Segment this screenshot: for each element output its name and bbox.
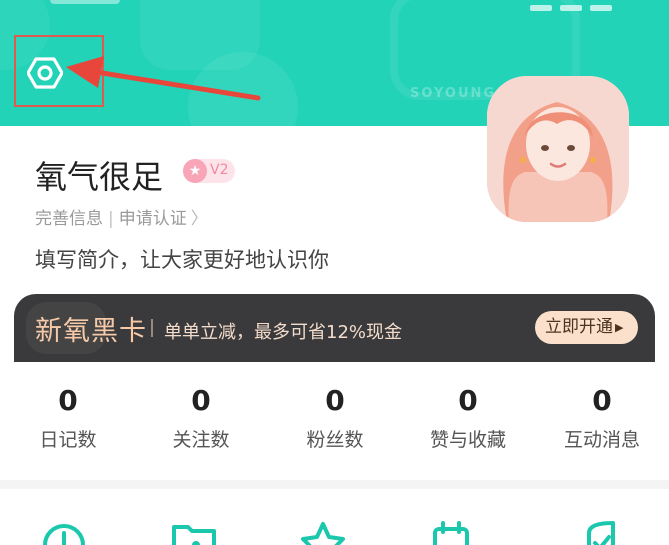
shortcut-star[interactable] — [300, 519, 350, 545]
clock-icon — [43, 524, 85, 545]
stat-messages[interactable]: 0 互动消息 — [537, 384, 667, 452]
shield-check-icon — [587, 521, 615, 545]
shortcut-clock[interactable] — [41, 519, 91, 545]
stat-label: 赞与收藏 — [429, 429, 506, 451]
stat-value: 0 — [325, 384, 345, 417]
star-icon: ★ — [183, 159, 207, 183]
stat-value: 0 — [58, 384, 78, 417]
open-vip-button[interactable]: 立即开通 ▶ — [535, 311, 638, 344]
profile-links: 完善信息 | 申请认证〉 — [35, 204, 208, 229]
complete-info-link[interactable]: 完善信息 — [35, 209, 103, 229]
vip-card-description: 单单立减，最多可省12%现金 — [164, 322, 403, 343]
illustrated-avatar — [487, 76, 629, 222]
stat-diaries[interactable]: 0 日记数 — [3, 384, 133, 452]
stat-value: 0 — [191, 384, 211, 417]
vip-card-title: 新氧黑卡 — [35, 316, 147, 347]
level-badge[interactable]: ★ V2 — [183, 159, 235, 183]
open-vip-button-label: 立即开通 — [545, 317, 613, 337]
stat-label: 互动消息 — [563, 429, 640, 451]
shortcut-calendar[interactable] — [429, 519, 479, 545]
stat-likes-favorites[interactable]: 0 赞与收藏 — [403, 384, 533, 452]
section-divider — [0, 480, 669, 489]
stat-label: 日记数 — [39, 429, 97, 451]
chevron-right-icon: 〉 — [190, 209, 208, 229]
shortcut-row — [0, 489, 669, 545]
vip-card-divider — [151, 319, 153, 337]
avatar[interactable] — [487, 76, 629, 222]
apply-verify-link[interactable]: 申请认证 — [119, 209, 187, 229]
nickname[interactable]: 氧气很足 — [35, 152, 163, 198]
shortcut-folder[interactable] — [170, 519, 220, 545]
shortcut-shield[interactable] — [583, 519, 633, 545]
stat-value: 0 — [592, 384, 612, 417]
vip-card-banner[interactable]: 新氧黑卡 单单立减，最多可省12%现金 立即开通 ▶ — [14, 294, 655, 362]
stat-following[interactable]: 0 关注数 — [136, 384, 266, 452]
status-bar-icons — [530, 0, 640, 11]
bio-prompt[interactable]: 填写简介，让大家更好地认识你 — [35, 244, 329, 274]
level-label: V2 — [210, 162, 229, 178]
stat-label: 关注数 — [172, 429, 230, 451]
star-icon — [301, 522, 345, 545]
triangle-right-icon: ▶ — [615, 321, 624, 334]
annotation-arrow-icon — [66, 56, 261, 101]
folder-icon — [172, 525, 216, 545]
stat-value: 0 — [458, 384, 478, 417]
calendar-icon — [433, 521, 469, 545]
brand-watermark: SOYOUNG — [410, 86, 497, 101]
stat-followers[interactable]: 0 粉丝数 — [270, 384, 400, 452]
gear-hexagon-icon — [27, 57, 63, 89]
stats-row: 0 日记数 0 关注数 0 粉丝数 0 赞与收藏 0 互动消息 — [0, 362, 669, 480]
link-separator: | — [108, 209, 114, 229]
stat-label: 粉丝数 — [306, 429, 364, 451]
status-bar-time — [50, 0, 120, 4]
